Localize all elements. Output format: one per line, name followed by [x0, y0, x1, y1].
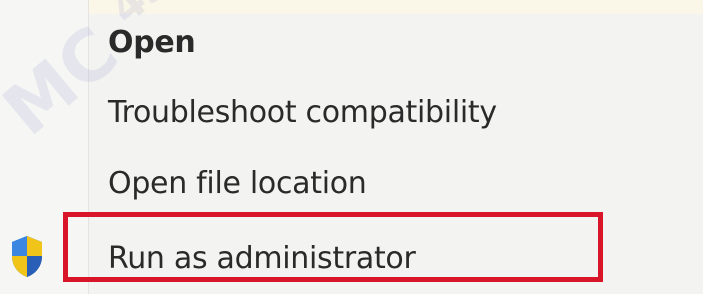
uac-shield-icon — [12, 236, 42, 277]
menu-item-troubleshoot-compatibility[interactable]: Troubleshoot compatibility — [108, 93, 497, 133]
menu-item-open-file-location[interactable]: Open file location — [108, 164, 367, 204]
menu-top-band — [0, 0, 703, 14]
highlight-annotation-box — [63, 212, 603, 282]
menu-item-open[interactable]: Open — [108, 23, 196, 63]
context-menu: MC 45 Open Troubleshoot compatibility Op… — [0, 0, 703, 294]
